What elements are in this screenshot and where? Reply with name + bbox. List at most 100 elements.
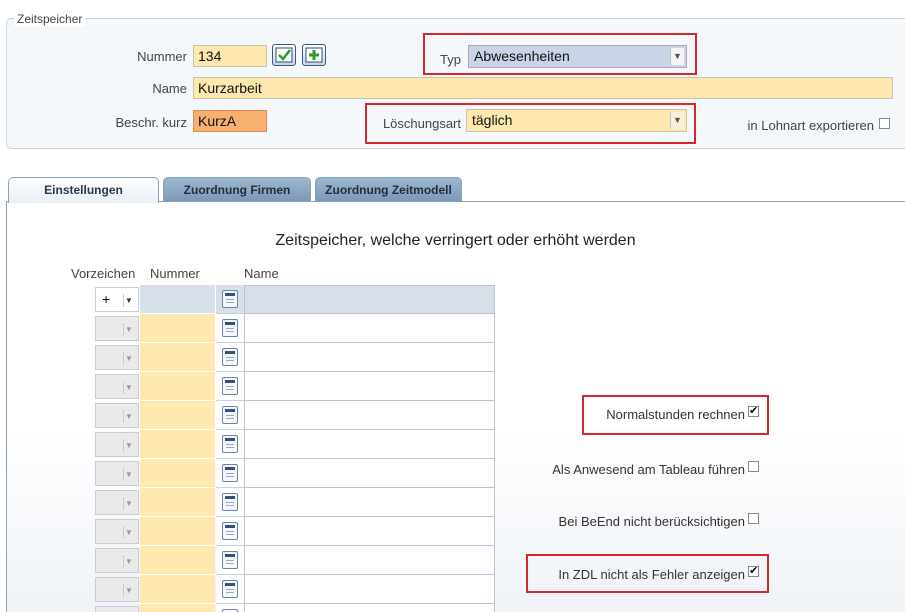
beend-label: Bei BeEnd nicht berücksichtigen <box>558 514 745 529</box>
section-title: Zeitspeicher, welche verringert oder erh… <box>275 232 636 249</box>
nummer-cell[interactable] <box>140 285 215 314</box>
nummer-cell[interactable] <box>140 372 215 401</box>
calendar-icon[interactable] <box>222 493 238 511</box>
add-icon[interactable] <box>302 44 326 66</box>
confirm-icon[interactable] <box>272 44 296 66</box>
name-cell <box>244 372 495 401</box>
nummer-field[interactable]: 134 <box>193 45 267 67</box>
sign-select[interactable]: ▼ <box>95 374 139 399</box>
calendar-icon[interactable] <box>222 464 238 482</box>
nummer-cell[interactable] <box>140 401 215 430</box>
name-cell <box>244 546 495 575</box>
sign-select[interactable]: ▼ <box>95 606 139 612</box>
name-cell <box>244 285 495 314</box>
sign-select[interactable]: ▼ <box>95 345 139 370</box>
chevron-down-icon: ▼ <box>123 584 134 597</box>
table-row: ▼ <box>95 459 495 488</box>
lookup-cell[interactable] <box>216 546 244 575</box>
nummer-cell[interactable] <box>140 575 215 604</box>
chevron-down-icon: ▼ <box>123 526 134 539</box>
lohnart-checkbox[interactable] <box>879 118 890 129</box>
col-nummer: Nummer <box>150 266 200 281</box>
lookup-cell[interactable] <box>216 314 244 343</box>
lookup-cell[interactable] <box>216 488 244 517</box>
lookup-cell[interactable] <box>216 459 244 488</box>
name-cell <box>244 488 495 517</box>
nummer-cell[interactable] <box>140 517 215 546</box>
tab-einstellungen[interactable]: Einstellungen <box>8 177 159 203</box>
calendar-icon[interactable] <box>222 522 238 540</box>
table-row: ▼ <box>95 488 495 517</box>
sign-select[interactable]: ▼ <box>95 432 139 457</box>
table-row: ▼ <box>95 372 495 401</box>
tab-zuordnung-firmen[interactable]: Zuordnung Firmen <box>163 177 311 202</box>
sign-select[interactable]: ▼ <box>95 548 139 573</box>
chevron-down-icon: ▼ <box>123 323 134 336</box>
highlight-loeschungsart <box>365 103 696 144</box>
nummer-cell[interactable] <box>140 604 215 612</box>
sign-select[interactable]: + ▼ <box>95 287 139 312</box>
calendar-icon[interactable] <box>222 435 238 453</box>
chevron-down-icon: ▼ <box>123 468 134 481</box>
anwesend-label: Als Anwesend am Tableau führen <box>552 462 745 477</box>
sign-select[interactable]: ▼ <box>95 577 139 602</box>
table-row: ▼ <box>95 314 495 343</box>
lookup-cell[interactable] <box>216 575 244 604</box>
lookup-cell[interactable] <box>216 517 244 546</box>
table-row: ▼ <box>95 343 495 372</box>
lookup-cell[interactable] <box>216 604 244 612</box>
sign-select[interactable]: ▼ <box>95 403 139 428</box>
calendar-icon[interactable] <box>222 551 238 569</box>
lookup-cell[interactable] <box>216 372 244 401</box>
calendar-icon[interactable] <box>222 580 238 598</box>
chevron-down-icon: ▼ <box>123 439 134 452</box>
group-title: Zeitspeicher <box>14 12 86 26</box>
chevron-down-icon: ▼ <box>123 294 134 307</box>
calendar-icon[interactable] <box>222 406 238 424</box>
name-field[interactable]: Kurzarbeit <box>193 77 893 99</box>
col-name: Name <box>244 266 279 281</box>
name-cell <box>244 314 495 343</box>
table-row: ▼ <box>95 401 495 430</box>
chevron-down-icon: ▼ <box>123 352 134 365</box>
nummer-cell[interactable] <box>140 430 215 459</box>
nummer-cell[interactable] <box>140 546 215 575</box>
nummer-cell[interactable] <box>140 314 215 343</box>
lookup-cell[interactable] <box>216 401 244 430</box>
calendar-icon[interactable] <box>222 377 238 395</box>
nummer-cell[interactable] <box>140 459 215 488</box>
calendar-icon[interactable] <box>222 348 238 366</box>
name-cell <box>244 575 495 604</box>
lookup-cell[interactable] <box>216 343 244 372</box>
lookup-cell[interactable] <box>216 430 244 459</box>
tab-zuordnung-zeitmodell[interactable]: Zuordnung Zeitmodell <box>315 177 462 202</box>
chevron-down-icon: ▼ <box>123 555 134 568</box>
sign-select[interactable]: ▼ <box>95 316 139 341</box>
table-row: ▼ <box>95 575 495 604</box>
table-row: + ▼ <box>95 285 495 314</box>
table-row: ▼ <box>95 604 495 612</box>
lookup-cell[interactable] <box>216 285 244 314</box>
beschr-field[interactable]: KurzA <box>193 110 267 132</box>
nummer-label: Nummer <box>137 49 187 64</box>
name-cell <box>244 430 495 459</box>
name-cell <box>244 459 495 488</box>
calendar-icon[interactable] <box>222 319 238 337</box>
anwesend-checkbox[interactable] <box>748 461 759 472</box>
name-cell <box>244 401 495 430</box>
sign-select[interactable]: ▼ <box>95 519 139 544</box>
highlight-zdl <box>526 554 769 593</box>
highlight-normalstunden <box>582 395 769 435</box>
lohnart-label: in Lohnart exportieren <box>747 118 874 133</box>
nummer-cell[interactable] <box>140 488 215 517</box>
chevron-down-icon: ▼ <box>123 497 134 510</box>
name-cell <box>244 517 495 546</box>
col-vorzeichen: Vorzeichen <box>71 266 136 281</box>
beend-checkbox[interactable] <box>748 513 759 524</box>
sign-select[interactable]: ▼ <box>95 461 139 486</box>
calendar-icon[interactable] <box>222 290 238 308</box>
sign-select[interactable]: ▼ <box>95 490 139 515</box>
highlight-typ <box>423 33 697 75</box>
nummer-cell[interactable] <box>140 343 215 372</box>
table-row: ▼ <box>95 430 495 459</box>
